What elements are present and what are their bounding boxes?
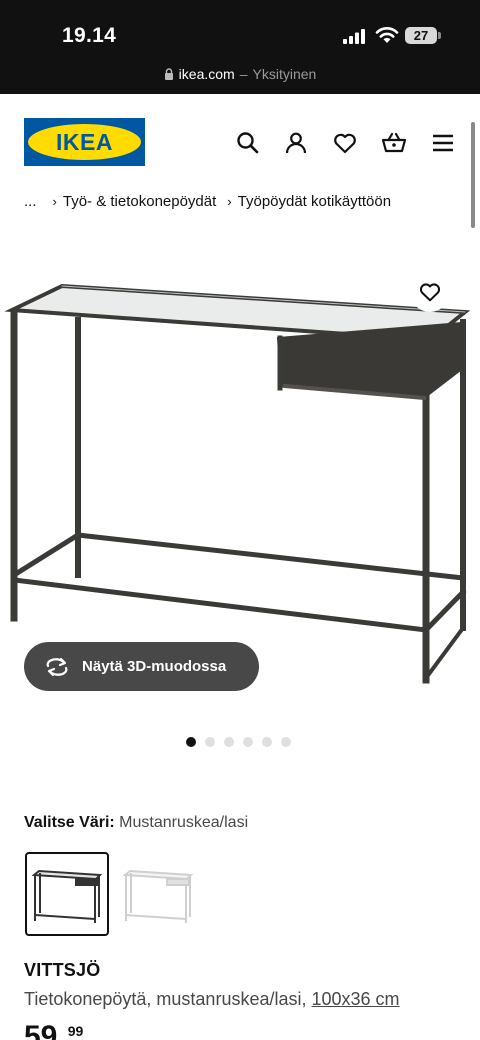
- swatch-thumbnail: [32, 869, 102, 923]
- breadcrumb: ... › Työ- & tietokonepöydät › Työpöydät…: [24, 193, 391, 210]
- breadcrumb-ellipsis[interactable]: ...: [24, 193, 37, 210]
- url-domain: ikea.com: [178, 66, 235, 82]
- site-header: IKEA: [0, 94, 480, 190]
- rotate-3d-icon: [46, 657, 68, 676]
- product-description-text: Tietokonepöytä, mustanruskea/lasi,: [24, 989, 307, 1009]
- url-separator: –: [239, 66, 248, 82]
- carousel-dot[interactable]: [281, 737, 291, 747]
- chevron-right-icon: ›: [227, 194, 232, 209]
- battery-level: 27: [405, 27, 437, 44]
- price-main: 59,: [24, 1020, 66, 1040]
- heart-icon: [419, 283, 441, 302]
- user-icon[interactable]: [283, 130, 309, 156]
- basket-icon[interactable]: [381, 130, 407, 156]
- product-name: VITTSJÖ: [24, 960, 101, 980]
- status-bar: 19.14 27: [0, 0, 480, 60]
- lock-icon: [164, 68, 173, 80]
- swatch-thumbnail: [123, 869, 193, 923]
- color-swatch-dark[interactable]: [25, 852, 109, 936]
- image-carousel-dots: [186, 737, 291, 747]
- carousel-dot[interactable]: [224, 737, 234, 747]
- ikea-logo[interactable]: IKEA: [24, 118, 145, 166]
- view-3d-label: Näytä 3D-muodossa: [82, 658, 227, 675]
- carousel-dot[interactable]: [186, 737, 196, 747]
- url-private-mode: Yksityinen: [252, 66, 317, 82]
- carousel-dot[interactable]: [205, 737, 215, 747]
- breadcrumb-item[interactable]: Työ- & tietokonepöydät: [63, 193, 216, 210]
- product-description: Tietokonepöytä, mustanruskea/lasi, 100x3…: [24, 989, 400, 1010]
- heart-icon[interactable]: [332, 130, 358, 156]
- url-bar[interactable]: ikea.com – Yksityinen: [0, 60, 480, 94]
- color-value: Mustanruskea/lasi: [119, 814, 249, 831]
- search-icon[interactable]: [235, 130, 261, 156]
- product-price: 59, 99: [24, 1022, 83, 1040]
- view-3d-button[interactable]: Näytä 3D-muodossa: [24, 642, 259, 691]
- favorite-button[interactable]: [410, 272, 450, 312]
- cellular-signal-icon: [343, 29, 365, 44]
- chevron-right-icon: ›: [52, 194, 57, 209]
- carousel-dot[interactable]: [262, 737, 272, 747]
- battery-icon: 27: [405, 27, 441, 44]
- status-time: 19.14: [62, 24, 117, 47]
- color-selector-label: Valitse Väri: Mustanruskea/lasi: [24, 814, 248, 832]
- menu-icon[interactable]: [430, 130, 456, 156]
- color-label: Valitse Väri:: [24, 814, 115, 831]
- breadcrumb-item[interactable]: Työpöydät kotikäyttöön: [238, 193, 391, 210]
- carousel-dot[interactable]: [243, 737, 253, 747]
- product-size-link[interactable]: 100x36 cm: [312, 989, 400, 1009]
- price-decimals: 99: [67, 1023, 84, 1039]
- wifi-icon: [375, 27, 399, 43]
- color-swatch-white[interactable]: [116, 852, 200, 936]
- logo-text: IKEA: [56, 128, 113, 155]
- scrollbar[interactable]: [471, 122, 475, 228]
